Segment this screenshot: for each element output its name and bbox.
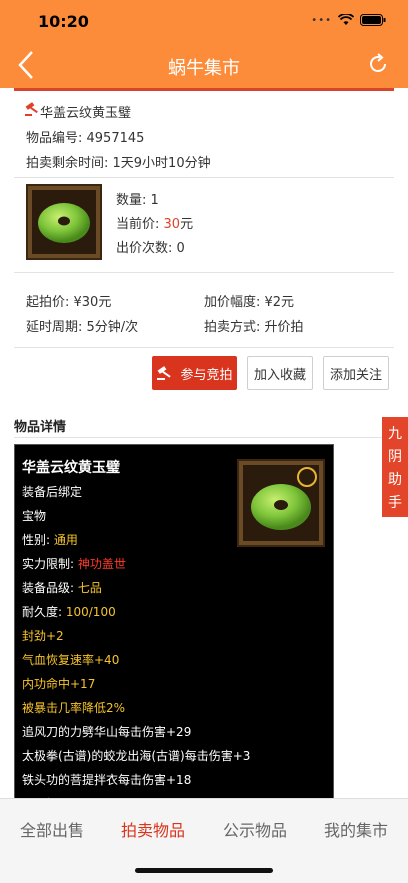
grade-value: 七品: [77, 581, 102, 595]
detail-item-image: [237, 459, 325, 547]
grade-row: 装备品级: 七品: [22, 579, 102, 596]
current-price-unit: 元: [180, 217, 194, 232]
auction-method: 拍卖方式: 升价拍: [204, 320, 304, 335]
start-price: 起拍价: ¥30元: [26, 295, 112, 310]
grade-label: 装备品级:: [22, 581, 78, 595]
collect-button[interactable]: 加入收藏: [247, 356, 313, 390]
tab-all-sale[interactable]: 全部出售: [20, 817, 84, 841]
status-icons: •••: [311, 14, 386, 26]
power-value: 神功盖世: [77, 557, 126, 571]
divider: [14, 437, 394, 438]
skill-line: 追风刀的力劈华山每击伤害+29: [22, 725, 192, 739]
side-tab-char: 阴: [388, 448, 402, 465]
extension-period: 延时周期: 5分钟/次: [26, 320, 139, 335]
current-price-label: 当前价:: [116, 217, 164, 232]
durability-label: 耐久度:: [22, 605, 66, 619]
durability-value: 100/100: [65, 605, 116, 619]
detail-title: 华盖云纹黄玉璧: [22, 460, 120, 476]
status-time: 10:20: [38, 12, 89, 31]
bid-count: 出价次数: 0: [116, 241, 185, 256]
skill-line: 太极拳(古谱)的蛟龙出海(古谱)每击伤害+3: [22, 749, 251, 763]
section-title: 物品详情: [14, 420, 67, 435]
signal-dots-icon: •••: [311, 14, 332, 26]
item-id: 物品编号: 4957145: [26, 131, 145, 146]
durability-row: 耐久度: 100/100: [22, 603, 116, 620]
side-assistant-tab[interactable]: 九 阴 助 手: [382, 417, 408, 517]
item-thumbnail[interactable]: [26, 184, 102, 260]
quantity: 数量: 1: [116, 193, 159, 208]
power-label: 实力限制:: [22, 557, 78, 571]
follow-button[interactable]: 添加关注: [323, 356, 389, 390]
page-title: 蜗牛集市: [168, 58, 240, 79]
current-price: 当前价: 30元: [116, 213, 193, 232]
thumbnail-frame: [32, 190, 96, 254]
attr-line: 封劲+2: [22, 629, 64, 643]
bind-status: 装备后绑定: [22, 485, 83, 499]
attr-line: 内功命中+17: [22, 677, 96, 691]
item-kind: 宝物: [22, 509, 47, 523]
side-tab-char: 助: [388, 471, 402, 488]
app-header: 10:20 ••• 蜗牛集市: [0, 0, 408, 88]
gavel-icon: [25, 102, 38, 116]
power-row: 实力限制: 神功盖世: [22, 555, 126, 572]
jade-disc-icon: [38, 203, 90, 243]
divider: [14, 177, 394, 178]
current-price-value: 30: [163, 217, 181, 232]
item-detail-card: 华盖云纹黄玉璧 装备后绑定 宝物 性别: 通用 实力限制: 神功盖世 装备品级:…: [14, 444, 334, 804]
battery-icon: [360, 14, 386, 26]
tab-auction[interactable]: 拍卖物品: [121, 817, 185, 841]
attr-line: 被暴击几率降低2%: [22, 701, 126, 715]
item-name: 华盖云纹黄玉璧: [40, 106, 132, 121]
wifi-icon: [338, 14, 354, 25]
tab-my-market[interactable]: 我的集市: [324, 817, 388, 841]
increment: 加价幅度: ¥2元: [204, 295, 295, 310]
gender-row: 性别: 通用: [22, 531, 78, 548]
home-indicator: [135, 868, 273, 873]
detail-image-frame: [243, 465, 319, 541]
side-tab-char: 手: [388, 494, 402, 511]
refresh-icon[interactable]: [366, 52, 390, 76]
side-tab-char: 九: [388, 425, 402, 442]
gender-value: 通用: [53, 533, 78, 547]
skill-line: 铁头功的菩提拌衣每击伤害+18: [22, 773, 192, 787]
bid-button-label: 参与竞拍: [180, 367, 233, 383]
gavel-icon: [157, 366, 172, 380]
divider: [14, 347, 394, 348]
jade-disc-icon: [251, 467, 317, 530]
attr-line: 气血恢复速率+40: [22, 653, 120, 667]
time-left: 拍卖剩余时间: 1天9小时10分钟: [26, 156, 211, 171]
divider: [14, 272, 394, 273]
tab-public[interactable]: 公示物品: [223, 817, 287, 841]
gender-label: 性别:: [22, 533, 54, 547]
header-divider: [14, 88, 394, 91]
bid-button[interactable]: 参与竞拍: [152, 356, 237, 390]
